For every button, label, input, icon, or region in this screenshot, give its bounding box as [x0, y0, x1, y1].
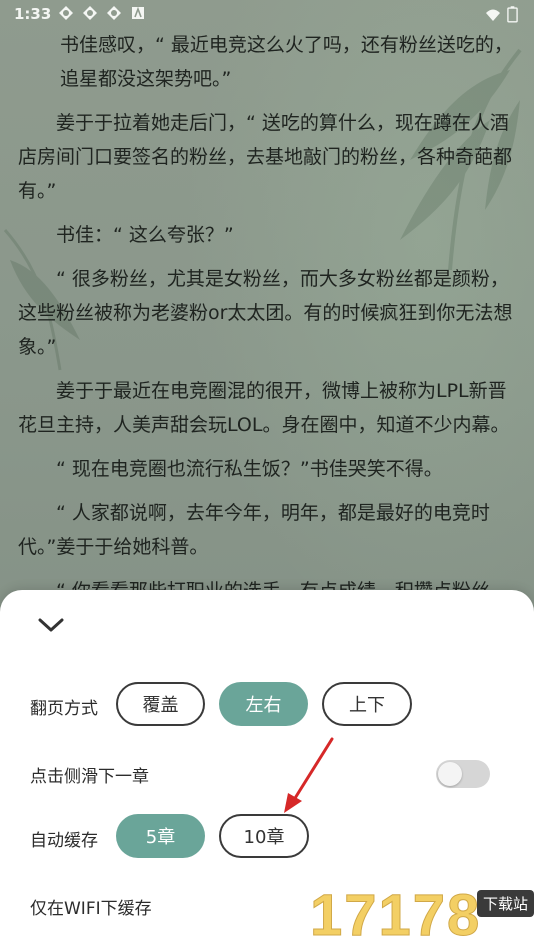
- page-turn-option-cover[interactable]: 覆盖: [116, 682, 205, 726]
- paragraph: 姜于于最近在电竞圈混的很开，微博上被称为LPL新晋花旦主持，人美声甜会玩LOL。…: [18, 380, 510, 436]
- paragraph: 姜于于拉着她走后门，“ 送吃的算什么，现在蹲在人酒店房间门口要签名的粉丝，去基地…: [18, 112, 513, 202]
- page-turn-label: 翻页方式: [30, 699, 98, 719]
- reader-text: 书佳感叹，“ 最近电竞这么火了吗，还有粉丝送吃的，追星都没这架势吧。” 姜于于拉…: [18, 28, 516, 652]
- status-system-icons: [485, 6, 518, 23]
- auto-cache-option-10[interactable]: 10章: [219, 814, 309, 858]
- status-bar: 1:33: [0, 0, 534, 28]
- watermark-logo-number: 17178: [309, 883, 482, 949]
- page-turn-option-horizontal[interactable]: 左右: [219, 682, 308, 726]
- page-turn-option-vertical[interactable]: 上下: [322, 682, 412, 726]
- site-watermark: 17178 下载站: [309, 882, 534, 950]
- paragraph: “ 人家都说啊，去年今年，明年，都是最好的电竞时代。”姜于于给她科普。: [18, 502, 490, 558]
- tap-side-next-chapter-label: 点击侧滑下一章: [30, 767, 149, 787]
- notification-a-icon: [132, 6, 144, 19]
- battery-icon: [507, 6, 518, 23]
- auto-cache-option-5[interactable]: 5章: [116, 814, 205, 858]
- paragraph: 书佳：“ 这么夸张？”: [56, 224, 234, 246]
- notification-app-icon: [59, 6, 73, 20]
- paragraph: “ 很多粉丝，尤其是女粉丝，而大多女粉丝都是颜粉，这些粉丝被称为老婆粉or太太团…: [18, 268, 513, 358]
- paragraph: 书佳感叹，“ 最近电竞这么火了吗，还有粉丝送吃的，追星都没这架势吧。”: [60, 34, 513, 90]
- notification-app-icon: [83, 6, 97, 20]
- status-time: 1:33: [14, 5, 52, 23]
- notification-app-icon: [107, 6, 121, 20]
- wifi-icon: [486, 9, 500, 21]
- annotation-arrow-icon: [284, 737, 334, 813]
- chevron-down-icon: [38, 618, 64, 632]
- watermark-tag: 下载站: [476, 890, 534, 917]
- auto-cache-label: 自动缓存: [30, 831, 98, 851]
- status-notification-icons: [58, 5, 146, 21]
- wifi-only-cache-label: 仅在WIFI下缓存: [30, 899, 152, 919]
- toggle-knob: [438, 762, 462, 786]
- tap-side-next-chapter-toggle[interactable]: [436, 760, 490, 788]
- paragraph: “ 现在电竞圈也流行私生饭？”书佳哭笑不得。: [56, 458, 443, 480]
- collapse-sheet-button[interactable]: [36, 610, 66, 640]
